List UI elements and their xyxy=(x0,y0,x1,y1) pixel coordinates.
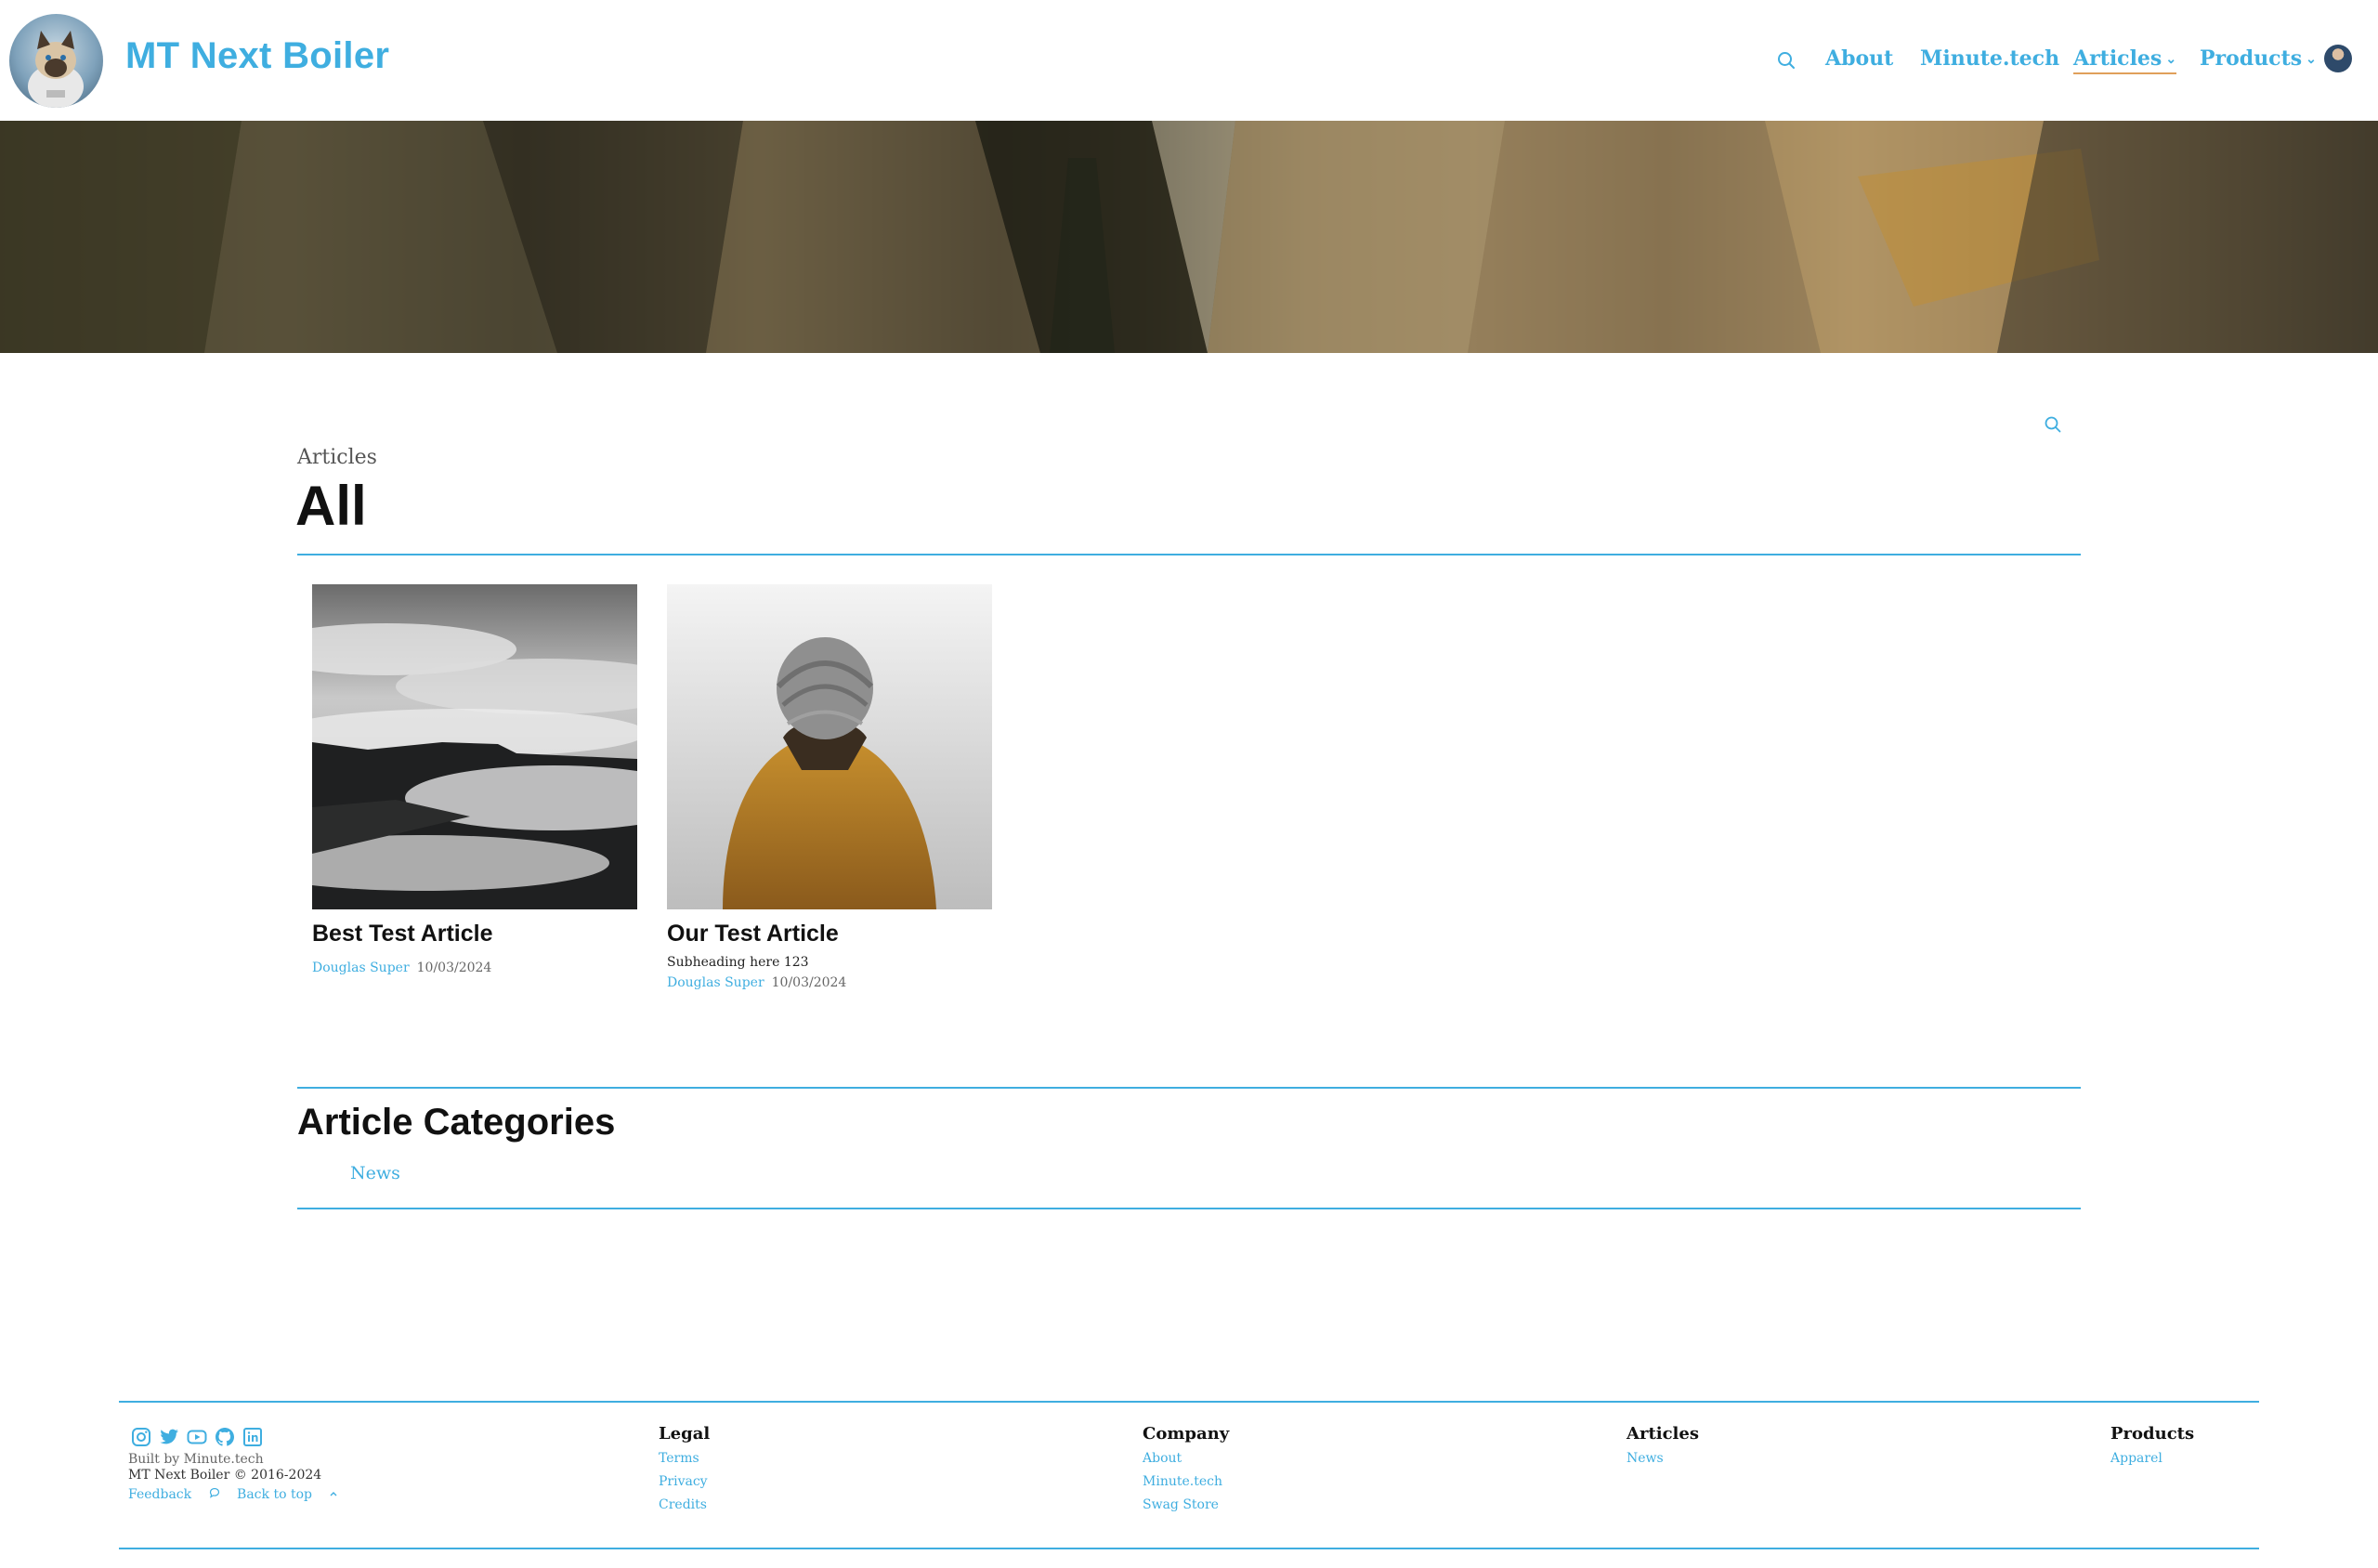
category-link-news[interactable]: News xyxy=(350,1163,400,1183)
article-date: 10/03/2024 xyxy=(416,960,492,975)
chevron-down-icon: ⌄ xyxy=(2165,52,2177,67)
divider xyxy=(297,1087,2081,1089)
article-title[interactable]: Our Test Article xyxy=(667,921,992,947)
footer-link-privacy[interactable]: Privacy xyxy=(659,1474,710,1489)
site-title[interactable]: MT Next Boiler xyxy=(125,35,389,77)
article-date: 10/03/2024 xyxy=(771,975,847,990)
back-to-top-link[interactable]: Back to top xyxy=(237,1487,338,1502)
user-avatar[interactable] xyxy=(2324,45,2352,72)
nav-products[interactable]: Products ⌄ xyxy=(2200,46,2317,71)
divider xyxy=(297,1208,2081,1209)
article-thumbnail[interactable] xyxy=(667,584,992,909)
footer-column-company: Company About Minute.tech Swag Store xyxy=(1143,1424,1229,1521)
nav-articles[interactable]: Articles ⌄ xyxy=(2073,46,2177,74)
feedback-label: Feedback xyxy=(128,1487,192,1502)
person-in-fog-image xyxy=(667,584,992,909)
footer-column-products: Products Apparel xyxy=(2110,1424,2194,1474)
article-meta: Douglas Super 10/03/2024 xyxy=(312,960,637,975)
nav-minute-tech[interactable]: Minute.tech xyxy=(1920,46,2059,71)
social-links xyxy=(130,1426,264,1448)
linkedin-icon[interactable] xyxy=(242,1426,264,1448)
footer-link-terms[interactable]: Terms xyxy=(659,1451,710,1466)
footer-link-swag-store[interactable]: Swag Store xyxy=(1143,1497,1229,1512)
article-card[interactable]: Our Test Article Subheading here 123 Dou… xyxy=(667,584,992,990)
built-by-text[interactable]: Built by Minute.tech xyxy=(128,1452,264,1467)
nav-articles-label: Articles xyxy=(2073,46,2162,71)
article-author[interactable]: Douglas Super xyxy=(312,960,410,975)
footer-column-title: Articles xyxy=(1627,1424,1699,1444)
cat-astronaut-icon xyxy=(28,31,84,108)
search-icon[interactable] xyxy=(1776,50,1797,71)
article-subheading: Subheading here 123 xyxy=(667,955,809,970)
twitter-icon[interactable] xyxy=(158,1426,180,1448)
footer-link-minute-tech[interactable]: Minute.tech xyxy=(1143,1474,1229,1489)
article-thumbnail[interactable] xyxy=(312,584,637,909)
footer-column-title: Products xyxy=(2110,1424,2195,1444)
categories-heading: Article Categories xyxy=(297,1102,616,1143)
hero-rock-image xyxy=(0,121,2378,353)
chat-icon xyxy=(209,1487,219,1498)
page-title: All xyxy=(295,475,367,537)
hero-banner xyxy=(0,121,2378,353)
clouds-image xyxy=(312,584,637,909)
divider xyxy=(297,554,2081,555)
article-author[interactable]: Douglas Super xyxy=(667,975,764,990)
article-meta: Douglas Super 10/03/2024 xyxy=(667,975,992,990)
footer-top-rule xyxy=(119,1401,2259,1403)
nav-about[interactable]: About xyxy=(1825,46,1893,71)
article-card[interactable]: Best Test Article Douglas Super 10/03/202… xyxy=(312,584,637,975)
breadcrumb[interactable]: Articles xyxy=(297,446,377,469)
footer-column-title: Legal xyxy=(659,1424,711,1444)
youtube-icon[interactable] xyxy=(186,1426,208,1448)
feedback-link[interactable]: Feedback xyxy=(128,1487,224,1502)
site-logo[interactable] xyxy=(9,14,103,108)
instagram-icon[interactable] xyxy=(130,1426,152,1448)
article-title[interactable]: Best Test Article xyxy=(312,921,637,947)
footer-column-legal: Legal Terms Privacy Credits xyxy=(659,1424,710,1521)
github-icon[interactable] xyxy=(214,1426,236,1448)
back-to-top-label: Back to top xyxy=(237,1487,312,1502)
footer-link-credits[interactable]: Credits xyxy=(659,1497,710,1512)
footer-link-about[interactable]: About xyxy=(1143,1451,1229,1466)
footer-bottom-rule xyxy=(119,1548,2259,1549)
footer-link-apparel[interactable]: Apparel xyxy=(2110,1451,2194,1466)
chevron-up-icon xyxy=(330,1492,337,1496)
footer-column-title: Company xyxy=(1143,1424,1230,1444)
site-header: MT Next Boiler About Minute.tech Article… xyxy=(0,0,2378,121)
chevron-down-icon: ⌄ xyxy=(2306,52,2317,67)
footer-column-articles: Articles News xyxy=(1627,1424,1699,1474)
footer-link-news[interactable]: News xyxy=(1627,1451,1699,1466)
copyright-text: MT Next Boiler © 2016-2024 xyxy=(128,1468,322,1483)
nav-products-label: Products xyxy=(2200,46,2303,71)
article-search-icon[interactable] xyxy=(2044,415,2062,434)
footer-utility-links: Feedback Back to top xyxy=(128,1487,351,1502)
